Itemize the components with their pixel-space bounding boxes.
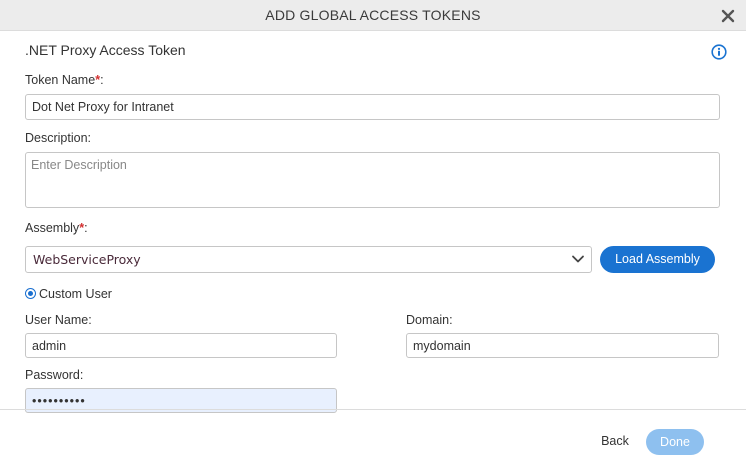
add-global-access-tokens-dialog: ADD GLOBAL ACCESS TOKENS .NET Proxy Acce… [0, 0, 746, 470]
load-assembly-button[interactable]: Load Assembly [600, 246, 715, 273]
custom-user-radio[interactable] [25, 288, 36, 299]
user-name-input[interactable] [25, 333, 337, 358]
description-label: Description: [25, 131, 91, 145]
dialog-title: ADD GLOBAL ACCESS TOKENS [265, 7, 481, 23]
label-suffix: : [100, 73, 104, 87]
info-button[interactable] [711, 44, 727, 60]
radio-selected-dot [28, 291, 33, 296]
domain-label: Domain: [406, 313, 453, 327]
password-label: Password: [25, 368, 84, 382]
token-name-label: Token Name*: [25, 73, 104, 87]
token-name-input[interactable] [25, 94, 720, 120]
close-icon [721, 9, 735, 23]
user-name-label: User Name: [25, 313, 92, 327]
assembly-label-text: Assembly [25, 221, 80, 235]
close-button[interactable] [719, 7, 737, 25]
section-title: .NET Proxy Access Token [25, 42, 186, 58]
custom-user-label[interactable]: Custom User [39, 287, 112, 301]
chevron-down-icon [572, 255, 584, 263]
assembly-label: Assembly*: [25, 221, 88, 235]
dialog-header: ADD GLOBAL ACCESS TOKENS [0, 0, 746, 31]
footer-divider [0, 409, 746, 410]
domain-input[interactable] [406, 333, 719, 358]
assembly-selected-value: WebServiceProxy [33, 252, 141, 267]
label-suffix: : [84, 221, 88, 235]
back-button[interactable]: Back [592, 429, 638, 453]
token-name-label-text: Token Name [25, 73, 96, 87]
description-input[interactable] [25, 152, 720, 208]
done-button[interactable]: Done [646, 429, 704, 455]
info-icon [711, 44, 727, 60]
assembly-select[interactable]: WebServiceProxy [25, 246, 592, 273]
